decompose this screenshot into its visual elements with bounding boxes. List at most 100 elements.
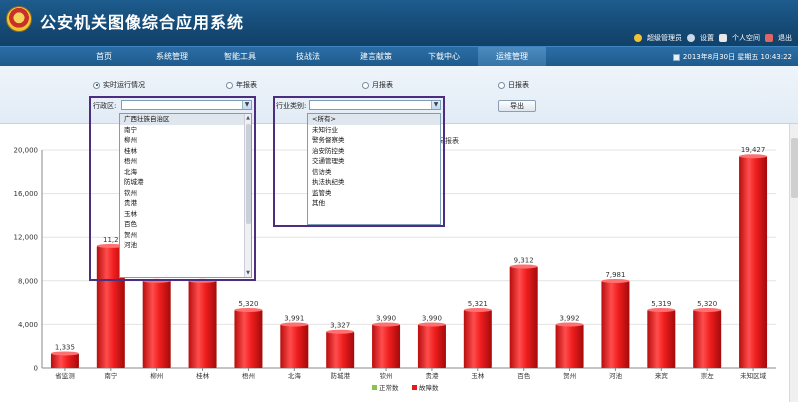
- bar[interactable]: [647, 310, 676, 368]
- legend-label[interactable]: 故障数: [419, 383, 439, 392]
- radio-dot[interactable]: [226, 81, 233, 89]
- x-tick-label: 贺州: [563, 371, 576, 380]
- radio-dot[interactable]: [93, 81, 100, 89]
- settings-link[interactable]: 设置: [700, 33, 714, 43]
- dropdown-option[interactable]: 监管类: [308, 188, 440, 199]
- nav-item[interactable]: 系统管理: [138, 47, 206, 67]
- dropdown-option[interactable]: 交通管理类: [308, 156, 440, 167]
- bar[interactable]: [372, 324, 401, 368]
- data-label: 3,327: [330, 322, 350, 330]
- scroll-up-icon[interactable]: ▲: [245, 114, 251, 122]
- bar[interactable]: [280, 324, 309, 368]
- bar-cap: [555, 322, 584, 327]
- calendar-icon: [672, 53, 680, 61]
- nav-item[interactable]: 智能工具: [206, 47, 274, 67]
- dropdown-option[interactable]: 北海: [120, 167, 251, 178]
- user-icon: [634, 34, 642, 42]
- radio-daily[interactable]: 日报表: [498, 80, 529, 90]
- region-select[interactable]: ▼: [121, 100, 252, 110]
- nav-item[interactable]: 下载中心: [410, 47, 478, 67]
- dropdown-option[interactable]: 玉林: [120, 209, 251, 220]
- radio-monthly[interactable]: 月报表: [362, 80, 393, 90]
- dropdown-option[interactable]: 百色: [120, 219, 251, 230]
- bar[interactable]: [234, 310, 263, 368]
- export-button[interactable]: 导出: [498, 100, 536, 112]
- chevron-down-icon[interactable]: ▼: [242, 101, 251, 109]
- date-display: 2013年8月30日 星期五 10:43:22: [672, 51, 792, 63]
- x-tick-label: 玉林: [471, 371, 485, 380]
- dropdown-option[interactable]: 执法执纪类: [308, 177, 440, 188]
- bar-cap: [280, 322, 309, 327]
- legend-label[interactable]: 正常数: [379, 383, 399, 392]
- bar[interactable]: [555, 324, 584, 368]
- dropdown-option[interactable]: 贵港: [120, 198, 251, 209]
- nav-item[interactable]: 建言献策: [342, 47, 410, 67]
- bar[interactable]: [326, 331, 355, 368]
- radio-yearly[interactable]: 年报表: [226, 80, 257, 90]
- bar[interactable]: [693, 310, 722, 368]
- y-tick-label: 4,000: [18, 321, 38, 329]
- bar[interactable]: [509, 266, 538, 368]
- industry-select[interactable]: ▼: [309, 100, 441, 110]
- data-label: 1,335: [55, 343, 75, 351]
- dropdown-option[interactable]: 河池: [120, 240, 251, 251]
- nav-item[interactable]: 运维管理: [478, 47, 546, 67]
- logout-link[interactable]: 退出: [778, 33, 792, 43]
- industry-dropdown-list[interactable]: <所有> 未知行业 警务督察类 治安防控类 交通管理类 信访类 执法执纪类 监管类 其他: [307, 113, 441, 225]
- dropdown-option[interactable]: 其他: [308, 198, 440, 209]
- region-dropdown-list[interactable]: 广西壮族自治区 南宁 柳州 桂林 梧州 北海 防城港 钦州 贵港 玉林 百色 贺州 河池 ▲ ▼: [119, 113, 252, 278]
- dropdown-option[interactable]: 治安防控类: [308, 146, 440, 157]
- page-scrollbar[interactable]: [789, 124, 798, 402]
- dropdown-option[interactable]: <所有>: [308, 114, 440, 125]
- dropdown-option[interactable]: 柳州: [120, 135, 251, 146]
- logout-icon[interactable]: [765, 34, 773, 42]
- dropdown-option[interactable]: 未知行业: [308, 125, 440, 136]
- x-tick-label: 省监测: [55, 371, 75, 380]
- radio-label: 年报表: [236, 81, 257, 89]
- bar[interactable]: [739, 156, 768, 368]
- dropdown-option[interactable]: 警务督察类: [308, 135, 440, 146]
- page-scroll-thumb[interactable]: [791, 138, 798, 198]
- scroll-down-icon[interactable]: ▼: [245, 269, 251, 277]
- radio-realtime[interactable]: 实时运行情况: [93, 80, 145, 90]
- dropdown-option[interactable]: 桂林: [120, 146, 251, 157]
- x-tick-label: 钦州: [380, 371, 393, 380]
- bar[interactable]: [463, 310, 492, 368]
- datetime-text: 2013年8月30日 星期五 10:43:22: [682, 53, 792, 61]
- bar[interactable]: [142, 280, 171, 368]
- nav-item[interactable]: 技战法: [274, 47, 342, 67]
- x-tick-label: 南宁: [104, 371, 118, 380]
- dropdown-option[interactable]: 梧州: [120, 156, 251, 167]
- gear-icon[interactable]: [687, 34, 695, 42]
- bar[interactable]: [188, 280, 217, 368]
- user-name[interactable]: 超级管理员: [647, 33, 682, 43]
- bar[interactable]: [417, 324, 446, 368]
- personal-space-icon[interactable]: [719, 34, 727, 42]
- y-tick-label: 8,000: [18, 277, 38, 285]
- bar[interactable]: [601, 281, 630, 368]
- user-links: 超级管理员 设置 个人空间 退出: [634, 32, 792, 44]
- chevron-down-icon[interactable]: ▼: [431, 101, 440, 109]
- bar-cap: [234, 308, 263, 313]
- dropdown-option[interactable]: 贺州: [120, 230, 251, 241]
- dropdown-option[interactable]: 信访类: [308, 167, 440, 178]
- data-label: 5,321: [468, 300, 488, 308]
- x-tick-label: 柳州: [150, 371, 163, 380]
- radio-dot[interactable]: [362, 81, 369, 89]
- personal-space-link[interactable]: 个人空间: [732, 33, 760, 43]
- x-tick-label: 未知区域: [740, 371, 767, 380]
- dropdown-option[interactable]: 钦州: [120, 188, 251, 199]
- police-badge-logo: [6, 6, 32, 32]
- dropdown-option[interactable]: 南宁: [120, 125, 251, 136]
- region-label: 行政区:: [93, 102, 117, 110]
- dropdown-option[interactable]: 防城港: [120, 177, 251, 188]
- nav-item[interactable]: 首页: [70, 47, 138, 67]
- bar[interactable]: [50, 353, 79, 368]
- dropdown-option[interactable]: 广西壮族自治区: [120, 114, 251, 125]
- region-list-scrollbar[interactable]: ▲ ▼: [244, 114, 251, 277]
- x-tick-label: 来宾: [655, 371, 669, 380]
- data-label: 5,320: [238, 300, 258, 308]
- bar-cap: [417, 322, 446, 327]
- region-scroll-thumb[interactable]: [246, 124, 251, 224]
- radio-dot[interactable]: [498, 81, 505, 89]
